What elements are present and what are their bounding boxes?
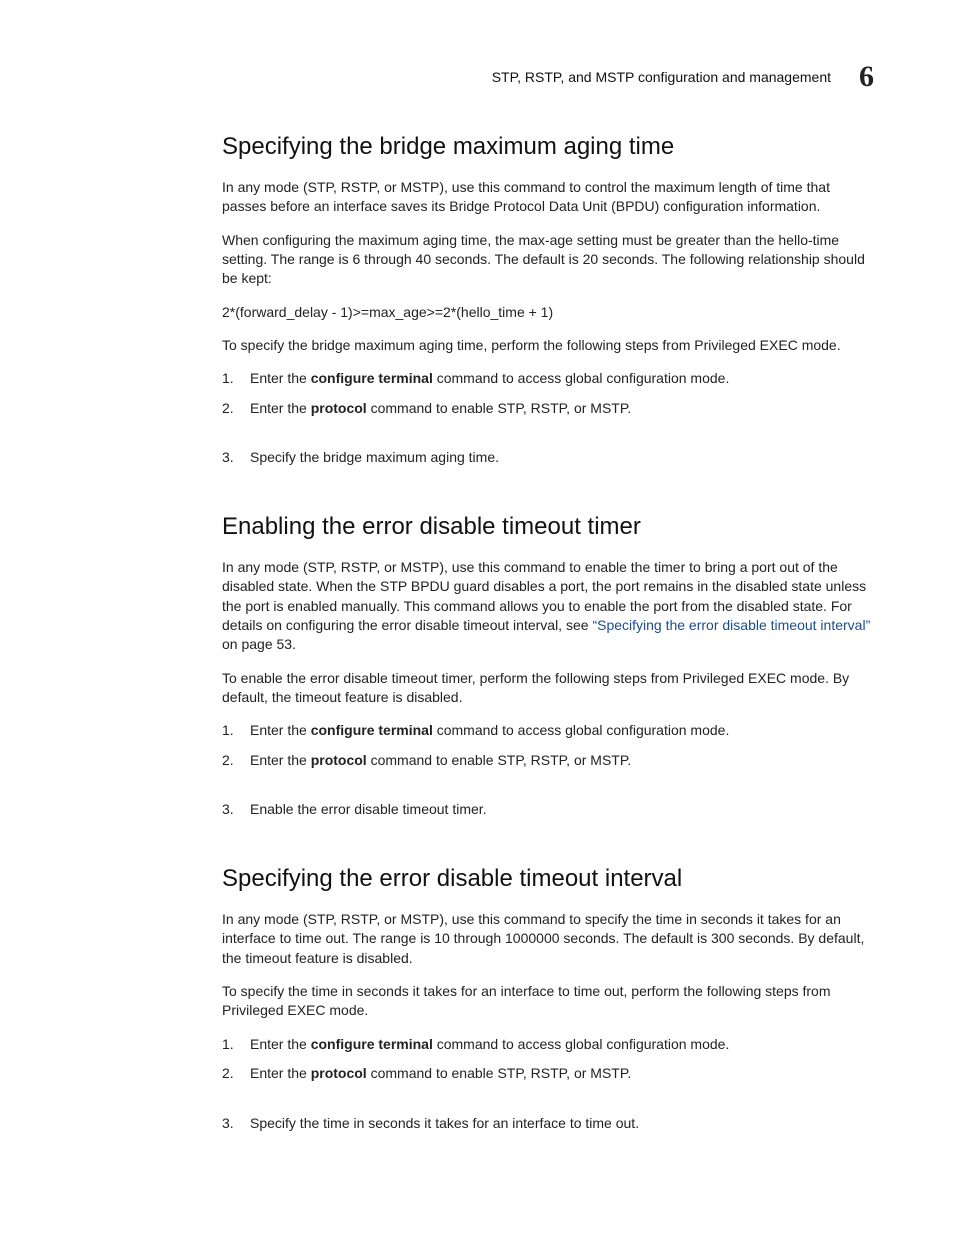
- list-item: 1. Enter the configure terminal command t…: [222, 369, 874, 389]
- list-item: 1. Enter the configure terminal command t…: [222, 1035, 874, 1055]
- step-text: Enter the: [250, 722, 311, 738]
- step-text: command to access global configuration m…: [433, 1036, 730, 1052]
- step-text: command to enable STP, RSTP, or MSTP.: [367, 400, 632, 416]
- body-text: To specify the bridge maximum aging time…: [222, 336, 874, 355]
- list-marker: 2.: [222, 751, 234, 771]
- step-bold: protocol: [311, 752, 367, 768]
- step-list: 1. Enter the configure terminal command t…: [222, 369, 874, 468]
- step-text: command to access global configuration m…: [433, 722, 730, 738]
- step-bold: protocol: [311, 1065, 367, 1081]
- list-marker: 1.: [222, 721, 234, 741]
- step-text: command to access global configuration m…: [433, 370, 730, 386]
- body-text: To enable the error disable timeout time…: [222, 669, 874, 708]
- step-text: Enter the: [250, 752, 311, 768]
- step-bold: configure terminal: [311, 1036, 433, 1052]
- para-text: on page 53.: [222, 636, 296, 652]
- body-text: To specify the time in seconds it takes …: [222, 982, 874, 1021]
- body-text: In any mode (STP, RSTP, or MSTP), use th…: [222, 558, 874, 655]
- list-item: 3. Specify the bridge maximum aging time.: [222, 448, 874, 468]
- cross-reference-link[interactable]: “Specifying the error disable timeout in…: [592, 617, 870, 633]
- list-marker: 1.: [222, 369, 234, 389]
- section-title: Specifying the error disable timeout int…: [222, 864, 874, 894]
- running-title: STP, RSTP, and MSTP configuration and ma…: [492, 69, 831, 85]
- section-title: Specifying the bridge maximum aging time: [222, 132, 874, 162]
- body-text: In any mode (STP, RSTP, or MSTP), use th…: [222, 178, 874, 217]
- step-text: Specify the time in seconds it takes for…: [250, 1115, 639, 1131]
- list-marker: 2.: [222, 1064, 234, 1084]
- list-marker: 1.: [222, 1035, 234, 1055]
- step-list: 1. Enter the configure terminal command t…: [222, 1035, 874, 1134]
- section-errdis-timer: Enabling the error disable timeout timer…: [222, 512, 874, 820]
- list-marker: 3.: [222, 800, 234, 820]
- step-text: Enter the: [250, 1036, 311, 1052]
- step-list: 1. Enter the configure terminal command t…: [222, 721, 874, 820]
- step-text: Enter the: [250, 1065, 311, 1081]
- step-text: Enter the: [250, 370, 311, 386]
- step-bold: configure terminal: [311, 722, 433, 738]
- step-text: Enter the: [250, 400, 311, 416]
- list-item: 2. Enter the protocol command to enable S…: [222, 399, 874, 419]
- list-item: 1. Enter the configure terminal command t…: [222, 721, 874, 741]
- section-title: Enabling the error disable timeout timer: [222, 512, 874, 542]
- chapter-number: 6: [859, 60, 874, 94]
- step-bold: protocol: [311, 400, 367, 416]
- body-text: In any mode (STP, RSTP, or MSTP), use th…: [222, 910, 874, 968]
- list-item: 3. Enable the error disable timeout timer…: [222, 800, 874, 820]
- step-text: Specify the bridge maximum aging time.: [250, 449, 499, 465]
- running-header: STP, RSTP, and MSTP configuration and ma…: [222, 60, 874, 94]
- section-errdis-interval: Specifying the error disable timeout int…: [222, 864, 874, 1133]
- step-text: command to enable STP, RSTP, or MSTP.: [367, 1065, 632, 1081]
- list-marker: 3.: [222, 1114, 234, 1134]
- step-text: Enable the error disable timeout timer.: [250, 801, 487, 817]
- section-maxage: Specifying the bridge maximum aging time…: [222, 132, 874, 468]
- step-bold: configure terminal: [311, 370, 433, 386]
- list-marker: 2.: [222, 399, 234, 419]
- body-text: 2*(forward_delay - 1)>=max_age>=2*(hello…: [222, 303, 874, 322]
- body-text: When configuring the maximum aging time,…: [222, 231, 874, 289]
- list-item: 2. Enter the protocol command to enable S…: [222, 751, 874, 771]
- list-item: 2. Enter the protocol command to enable S…: [222, 1064, 874, 1084]
- step-text: command to enable STP, RSTP, or MSTP.: [367, 752, 632, 768]
- list-item: 3. Specify the time in seconds it takes f…: [222, 1114, 874, 1134]
- page: STP, RSTP, and MSTP configuration and ma…: [0, 0, 954, 1235]
- list-marker: 3.: [222, 448, 234, 468]
